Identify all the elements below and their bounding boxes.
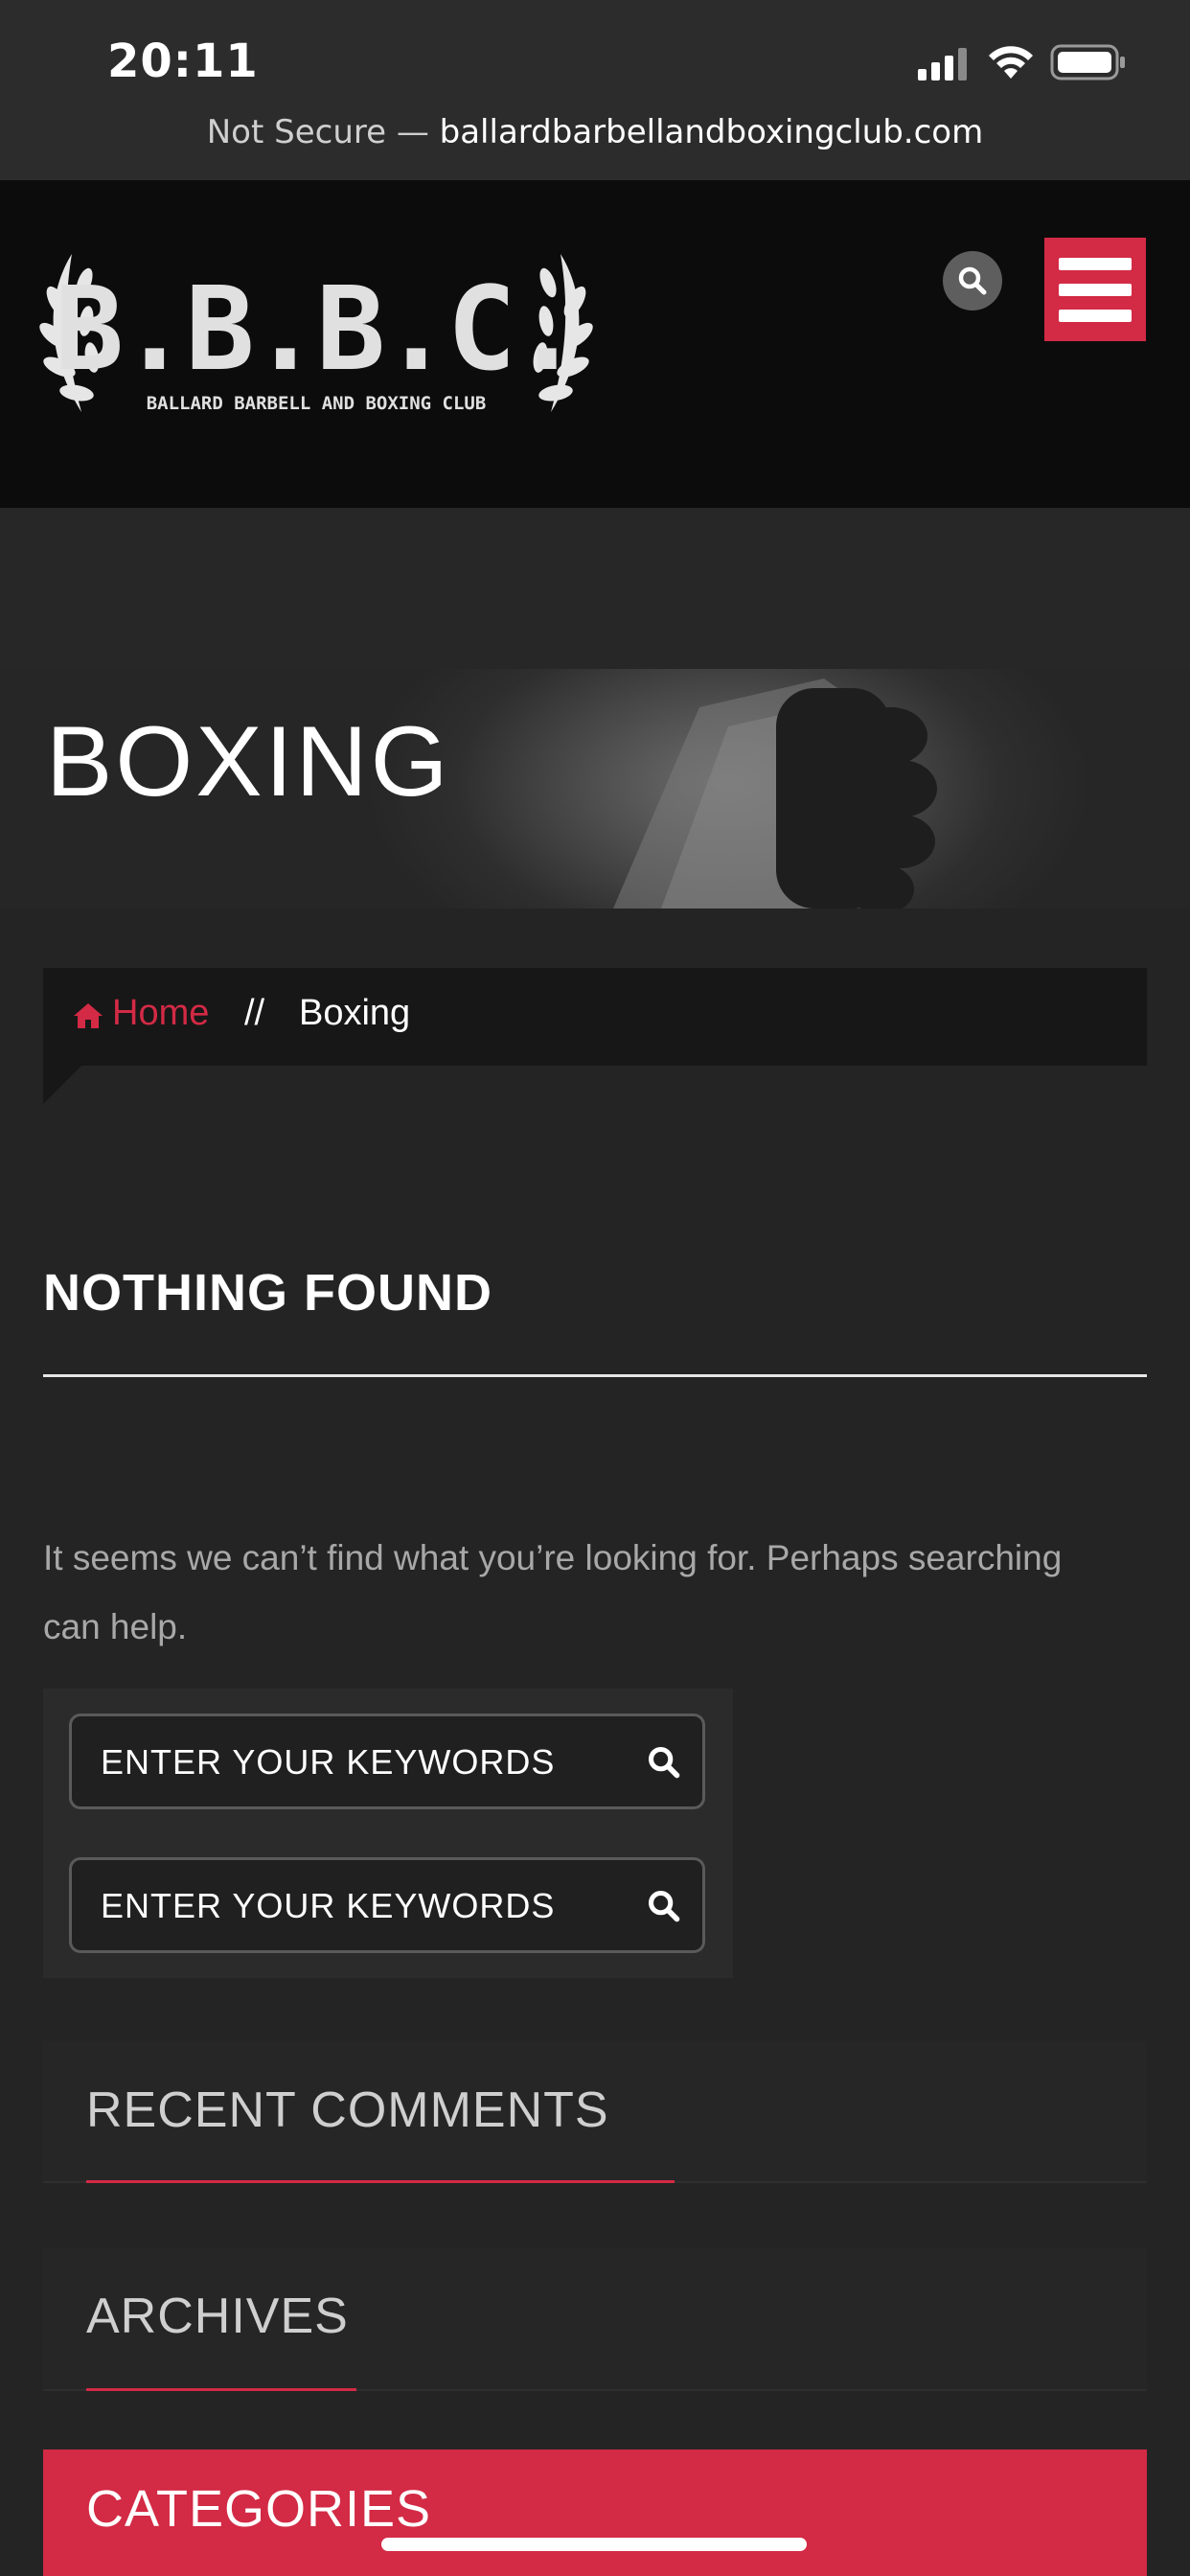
keyword-search-field[interactable] bbox=[69, 1714, 705, 1809]
wifi-icon bbox=[989, 46, 1033, 79]
address-bar[interactable]: Not Secure — ballardbarbellandboxingclub… bbox=[0, 113, 1190, 151]
breadcrumb-current: Boxing bbox=[299, 993, 411, 1033]
logo-text: B.B.B.C. bbox=[55, 264, 578, 397]
battery-icon bbox=[1050, 44, 1125, 80]
site-logo[interactable]: B.B.B.C. BALLARD BARBELL AND BOXING CLUB bbox=[29, 244, 604, 426]
nothing-found-heading: NOTHING FOUND bbox=[43, 1264, 492, 1322]
keyword-search-field[interactable] bbox=[69, 1857, 705, 1953]
breadcrumb-tail bbox=[43, 1066, 81, 1104]
home-icon bbox=[74, 1003, 103, 1028]
breadcrumb-separator: // bbox=[244, 993, 265, 1033]
heading-divider bbox=[43, 1374, 1147, 1377]
archives-title: ARCHIVES bbox=[86, 2288, 349, 2344]
search-icon[interactable] bbox=[647, 1745, 681, 1780]
hamburger-menu-icon bbox=[1059, 257, 1132, 270]
hero-banner: BOXING bbox=[0, 669, 1190, 908]
url-prefix: Not Secure — bbox=[206, 113, 440, 151]
home-indicator[interactable] bbox=[381, 2538, 807, 2551]
recent-comments-title: RECENT COMMENTS bbox=[86, 2082, 609, 2138]
nothing-found-message: It seems we can’t find what you’re looki… bbox=[43, 1538, 1063, 1646]
breadcrumb-home-link[interactable]: Home bbox=[112, 993, 209, 1034]
page-title: BOXING bbox=[46, 706, 451, 817]
categories-title: CATEGORIES bbox=[86, 2480, 432, 2538]
logo-subtitle: BALLARD BARBELL AND BOXING CLUB bbox=[147, 393, 487, 414]
status-bar bbox=[0, 0, 1190, 180]
status-time: 20:11 bbox=[107, 34, 259, 88]
signal-icon bbox=[918, 48, 967, 80]
hamburger-menu-button[interactable] bbox=[1044, 238, 1146, 341]
search-icon bbox=[958, 266, 987, 295]
spacer-band bbox=[0, 508, 1190, 669]
widget-title-underline bbox=[86, 2388, 356, 2391]
search-icon[interactable] bbox=[647, 1889, 681, 1923]
widget-title-underline bbox=[86, 2180, 675, 2183]
archives-widget: ARCHIVES bbox=[43, 2247, 1147, 2391]
recent-comments-widget: RECENT COMMENTS bbox=[43, 2041, 1147, 2183]
url-domain: ballardbarbellandboxingclub.com bbox=[439, 113, 984, 151]
keyword-input[interactable] bbox=[99, 1716, 639, 1808]
header-search-button[interactable] bbox=[943, 251, 1002, 310]
keyword-input[interactable] bbox=[99, 1860, 639, 1952]
hero-fist-image bbox=[613, 678, 937, 908]
